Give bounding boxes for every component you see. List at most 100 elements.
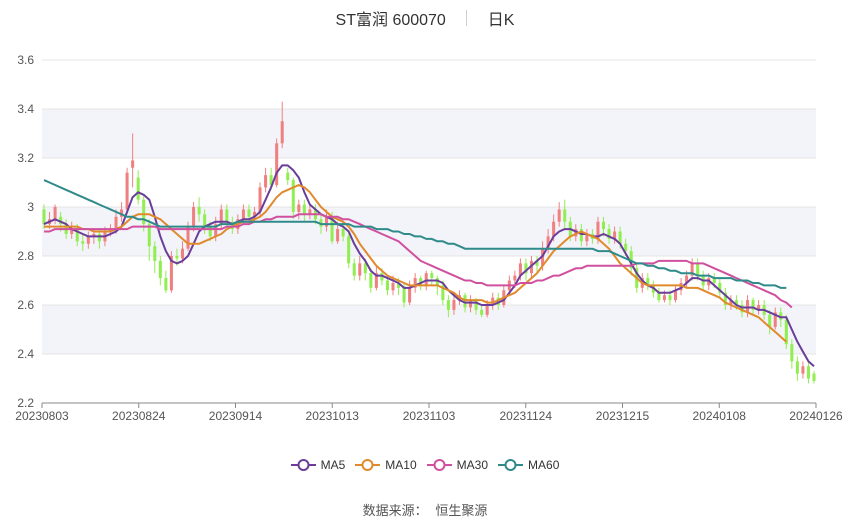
candle-body xyxy=(402,287,406,303)
candle-body xyxy=(480,309,484,315)
y-tick-label: 2.8 xyxy=(17,249,34,263)
x-tick-label: 20231215 xyxy=(596,409,650,423)
candle-body xyxy=(369,273,373,288)
candle xyxy=(275,138,279,188)
candle-body xyxy=(86,236,90,244)
candle-body xyxy=(131,160,135,168)
legend-swatch xyxy=(498,459,524,471)
candle xyxy=(673,285,678,303)
legend-item-ma60[interactable]: MA60 xyxy=(498,458,559,472)
candle xyxy=(718,278,722,298)
candle-body xyxy=(430,273,434,279)
candle-body xyxy=(164,278,168,291)
candle-body xyxy=(302,204,306,215)
candle-body xyxy=(203,214,207,227)
candle-body xyxy=(347,236,351,264)
candle-body xyxy=(469,300,473,308)
candle xyxy=(801,361,805,379)
candle-body xyxy=(668,295,672,301)
candle-body xyxy=(136,177,140,200)
candle xyxy=(158,256,162,286)
candle-body xyxy=(247,209,251,217)
candle xyxy=(358,256,362,281)
x-tick-label: 20231013 xyxy=(306,409,360,423)
candle-body xyxy=(81,241,85,244)
candle-body xyxy=(424,273,428,286)
x-tick-label: 20230914 xyxy=(209,409,263,423)
legend: MA5 MA10 MA30 MA60 xyxy=(0,458,850,475)
candle-body xyxy=(408,287,412,303)
candle-body xyxy=(42,209,46,225)
candle-body xyxy=(358,263,362,276)
candle-body xyxy=(291,180,295,212)
x-axis: 20230803 20230824 20230914 20231013 20231103… xyxy=(15,402,843,423)
candle-body xyxy=(341,229,345,237)
x-tick-label: 20231103 xyxy=(403,409,456,423)
candle-body xyxy=(280,121,284,144)
y-tick-label: 2.6 xyxy=(17,298,34,312)
candle xyxy=(812,371,816,384)
candle xyxy=(806,361,810,384)
candle-body xyxy=(391,282,395,291)
y-tick-label: 3 xyxy=(27,200,34,214)
candle-body xyxy=(513,275,517,281)
candle-body xyxy=(746,300,750,313)
legend-label: MA10 xyxy=(385,458,417,472)
legend-label: MA5 xyxy=(320,458,346,472)
grid-band xyxy=(42,109,816,158)
candle-body xyxy=(601,221,606,230)
candle-body xyxy=(557,209,561,222)
candle-body xyxy=(446,300,450,310)
candle xyxy=(264,167,268,193)
candle xyxy=(164,270,168,293)
candle-body xyxy=(563,209,567,222)
candle-body xyxy=(192,207,196,227)
legend-swatch xyxy=(426,459,452,471)
candle-body xyxy=(275,143,279,185)
candle-body xyxy=(241,209,245,220)
data-source: 数据来源： 恒生聚源 xyxy=(0,500,850,519)
legend-label: MA30 xyxy=(456,458,489,472)
legend-swatch xyxy=(355,459,381,471)
candle-body xyxy=(352,263,356,276)
candle-body xyxy=(158,260,162,279)
x-tick-label: 20240126 xyxy=(789,409,843,423)
candle-body xyxy=(385,280,389,291)
candle-body xyxy=(97,233,101,242)
x-tick-label: 20230824 xyxy=(112,409,166,423)
candle xyxy=(795,356,799,381)
y-tick-label: 3.6 xyxy=(17,53,34,67)
candle-body xyxy=(696,263,700,276)
candle-body xyxy=(801,366,805,374)
candle-body xyxy=(114,216,118,230)
candle-body xyxy=(657,292,661,301)
candle xyxy=(125,167,129,212)
x-tick-label: 20240108 xyxy=(693,409,747,423)
y-axis: 2.2 2.4 2.6 2.8 3 3.2 3.4 3.6 xyxy=(17,53,34,410)
candle-body xyxy=(806,366,810,379)
grid-band xyxy=(42,305,816,354)
candle xyxy=(430,270,434,286)
candle-body xyxy=(264,175,268,188)
candlestick-chart: 2.22.42.62.833.23.43.6 20230803 20230824 2… xyxy=(15,53,843,423)
y-tick-label: 2.2 xyxy=(17,396,34,410)
legend-item-ma30[interactable]: MA30 xyxy=(426,458,489,472)
y-tick-label: 3.2 xyxy=(17,151,34,165)
candle-body xyxy=(225,209,229,222)
x-tick-label: 20231124 xyxy=(500,409,553,423)
legend-label: MA60 xyxy=(528,458,560,472)
candle xyxy=(347,231,351,269)
candle xyxy=(136,170,140,205)
candle-body xyxy=(790,344,794,362)
candle xyxy=(657,287,661,303)
candle-body xyxy=(53,207,57,220)
legend-item-ma5[interactable]: MA5 xyxy=(290,458,346,472)
legend-item-ma10[interactable]: MA10 xyxy=(355,458,417,472)
candle xyxy=(286,167,290,185)
candle xyxy=(413,273,417,293)
candle-body xyxy=(452,300,456,310)
candle-body xyxy=(485,305,489,315)
legend-swatch xyxy=(290,459,316,471)
candle-body xyxy=(153,246,157,261)
candle-body xyxy=(175,256,179,259)
